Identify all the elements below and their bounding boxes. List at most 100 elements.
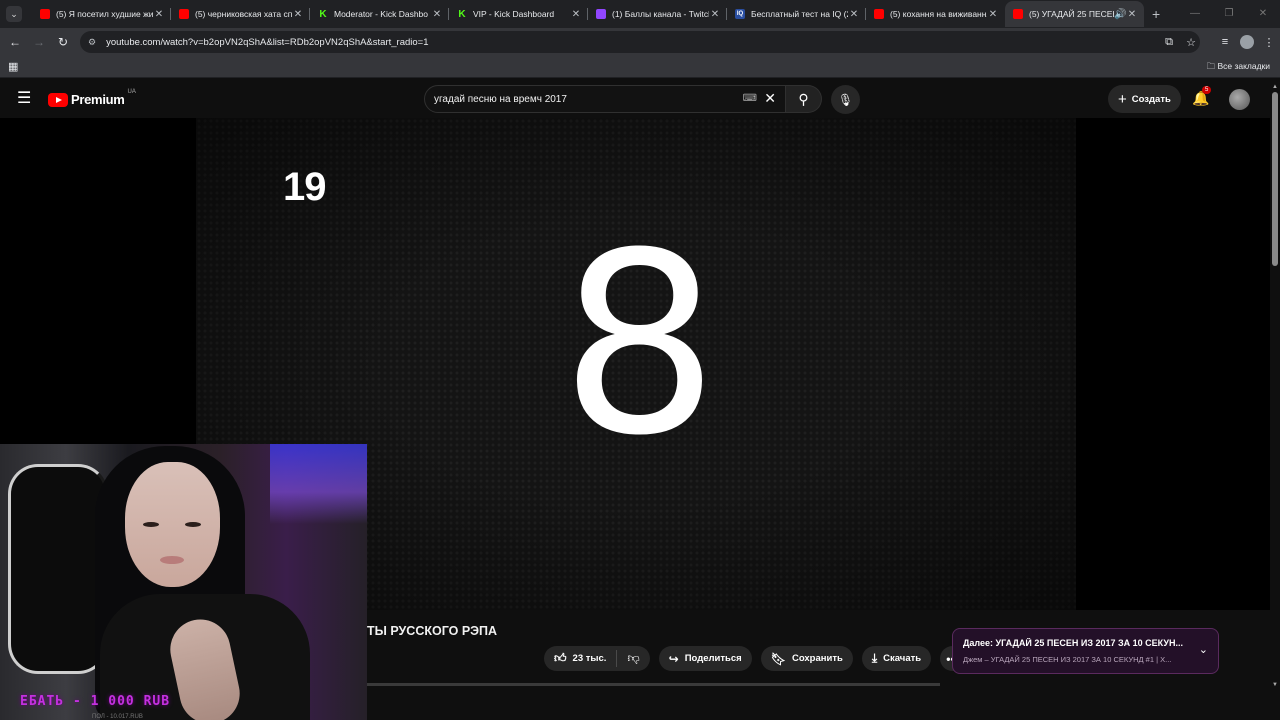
close-tab-icon[interactable]: ✕ <box>987 9 999 20</box>
install-app-icon[interactable]: ⧉ <box>1158 36 1180 49</box>
close-tab-icon[interactable]: ✕ <box>153 9 165 20</box>
close-tab-icon[interactable]: ✕ <box>709 9 721 20</box>
bookmark-star-icon[interactable]: ☆ <box>1180 36 1202 49</box>
bookmarks-bar: ▦ 🗀 Все закладки <box>0 56 1280 78</box>
back-icon[interactable]: ← <box>3 35 27 49</box>
window-controls: — ❐ ✕ <box>1178 0 1280 28</box>
tab-title: (5) УГАДАЙ 25 ПЕСЕН <box>1029 9 1114 19</box>
browser-tab[interactable]: K VIP - Kick Dashboard ✕ <box>449 1 588 27</box>
gaming-chair <box>8 464 108 674</box>
browser-menu-icon[interactable]: ⋮ <box>1258 36 1280 49</box>
url-input[interactable]: ⚙ youtube.com/watch?v=b2opVN2qShA&list=R… <box>80 31 1200 53</box>
region-code: UA <box>127 88 136 95</box>
browser-tab[interactable]: K Moderator - Kick Dashbo ✕ <box>310 1 449 27</box>
profile-avatar[interactable] <box>1240 35 1254 49</box>
close-window-icon[interactable]: ✕ <box>1246 0 1280 28</box>
streamer-face <box>125 462 220 587</box>
close-tab-icon[interactable]: ✕ <box>570 9 582 20</box>
browser-tab[interactable]: (5) кохання на виживання ✕ <box>866 1 1005 27</box>
close-tab-icon[interactable]: ✕ <box>431 9 443 20</box>
tab-title: Moderator - Kick Dashbo <box>334 9 429 19</box>
like-count: 23 тыс. <box>572 653 607 664</box>
keyboard-icon[interactable]: ⌨ <box>743 93 757 104</box>
all-bookmarks-label: Все закладки <box>1217 61 1270 71</box>
new-tab-icon[interactable]: + <box>1152 6 1160 22</box>
youtube-play-icon <box>48 92 68 107</box>
url-text: youtube.com/watch?v=b2opVN2qShA&list=RDb… <box>106 36 429 48</box>
youtube-icon <box>179 9 189 19</box>
clear-search-icon[interactable]: ✕ <box>764 90 776 107</box>
divider <box>367 683 940 686</box>
tab-title: (5) Я посетил худшие жи <box>56 9 153 19</box>
download-icon: ⤓ <box>871 651 878 665</box>
browser-tab-bar: ⌄ (5) Я посетил худшие жи ✕ (5) черниковс… <box>0 0 1280 28</box>
youtube-logo[interactable]: Premium UA <box>48 88 136 107</box>
download-button[interactable]: ⤓ Скачать <box>861 646 932 671</box>
folder-icon: 🗀 <box>1206 61 1218 71</box>
kick-icon: K <box>319 8 327 20</box>
video-title: ТЫ РУССКОГО РЭПА <box>367 624 498 638</box>
forward-icon[interactable]: → <box>27 35 51 49</box>
tab-title: (1) Баллы канала - Twitch <box>612 9 709 19</box>
search-icon: ⚲ <box>798 90 809 107</box>
close-tab-icon[interactable]: ✕ <box>1126 9 1138 20</box>
apps-grid-icon[interactable]: ▦ <box>8 60 18 73</box>
all-bookmarks-link[interactable]: 🗀 Все закладки <box>1207 61 1270 75</box>
save-button[interactable]: 🔖︎ Сохранить <box>760 646 853 671</box>
youtube-icon <box>874 9 884 19</box>
youtube-header: ☰ Premium UA угадай песню на времч 2017 … <box>0 80 1280 118</box>
search-button[interactable]: ⚲ <box>786 85 822 113</box>
maximize-icon[interactable]: ❐ <box>1212 0 1246 28</box>
voice-search-button[interactable]: 🎙 <box>831 85 860 114</box>
notifications-button[interactable]: 🔔 5 <box>1192 86 1212 107</box>
download-label: Скачать <box>883 653 922 664</box>
dislike-button[interactable]: 👎︎ <box>617 646 649 671</box>
menu-icon[interactable]: ☰ <box>17 91 31 107</box>
notification-badge: 5 <box>1202 86 1212 94</box>
browser-tab[interactable]: (5) черниковская хата сп ✕ <box>171 1 310 27</box>
share-button[interactable]: ↪ Поделиться <box>658 646 752 671</box>
scroll-down-icon[interactable]: ▼ <box>1272 682 1278 688</box>
media-control-icon[interactable]: ≡ <box>1214 36 1236 48</box>
donation-footer: ПОЛ - 10.017.RUB <box>92 714 143 720</box>
chevron-down-icon[interactable]: ⌄ <box>1199 643 1208 656</box>
page-scrollbar[interactable]: ▲ ▼ <box>1270 80 1280 690</box>
speaker-icon[interactable]: 🔊 <box>1114 9 1126 20</box>
toolbar-right: ⧉ ☆ ≡ ⋮ <box>1158 28 1280 56</box>
browser-tab[interactable]: IQ Бесплатный тест на IQ (2 ✕ <box>727 1 866 27</box>
close-tab-icon[interactable]: ✕ <box>848 9 860 20</box>
up-next-card[interactable]: Далее: УГАДАЙ 25 ПЕСЕН ИЗ 2017 ЗА 10 СЕК… <box>952 628 1219 674</box>
tab-title: VIP - Kick Dashboard <box>473 9 555 19</box>
browser-tab[interactable]: (1) Баллы канала - Twitch ✕ <box>588 1 727 27</box>
share-label: Поделиться <box>684 653 742 664</box>
search-input[interactable]: угадай песню на времч 2017 ⌨ ✕ <box>424 85 786 113</box>
site-info-icon[interactable]: ⚙ <box>88 37 96 48</box>
minimize-icon[interactable]: — <box>1178 0 1212 28</box>
up-next-subtitle: Джем – УГАДАЙ 25 ПЕСЕН ИЗ 2017 ЗА 10 СЕК… <box>963 655 1172 664</box>
countdown-number: 8 <box>560 199 720 490</box>
plus-icon: + <box>1118 90 1127 108</box>
browser-tab[interactable]: (5) Я посетил худшие жи ✕ <box>32 1 171 27</box>
share-icon: ↪ <box>668 651 679 666</box>
thumbs-up-icon: 👍︎ <box>554 651 567 665</box>
song-counter: 19 <box>283 165 326 209</box>
thumbs-down-icon: 👎︎ <box>627 651 640 665</box>
browser-tab-active[interactable]: (5) УГАДАЙ 25 ПЕСЕН 🔊 ✕ <box>1005 1 1144 27</box>
donation-alert: ЕБАТЬ - 1 000 RUB <box>20 694 171 709</box>
iq-icon: IQ <box>735 9 745 19</box>
user-avatar[interactable] <box>1229 89 1250 110</box>
address-bar: ← → ↻ ⚙ youtube.com/watch?v=b2opVN2qShA&… <box>0 28 1280 56</box>
like-button[interactable]: 👍︎ 23 тыс. <box>544 650 618 667</box>
reload-icon[interactable]: ↻ <box>51 35 75 49</box>
tab-search-icon[interactable]: ⌄ <box>6 6 22 22</box>
youtube-icon <box>1013 9 1023 19</box>
create-button[interactable]: + Создать <box>1108 85 1181 113</box>
kick-icon: K <box>458 8 466 20</box>
twitch-icon <box>596 9 606 19</box>
like-dislike-group: 👍︎ 23 тыс. 👎︎ <box>544 646 650 671</box>
scrollbar-thumb[interactable] <box>1272 92 1278 266</box>
save-label: Сохранить <box>791 653 843 664</box>
close-tab-icon[interactable]: ✕ <box>292 9 304 20</box>
scroll-up-icon[interactable]: ▲ <box>1272 84 1278 90</box>
tab-title: (5) черниковская хата сп <box>195 9 292 19</box>
